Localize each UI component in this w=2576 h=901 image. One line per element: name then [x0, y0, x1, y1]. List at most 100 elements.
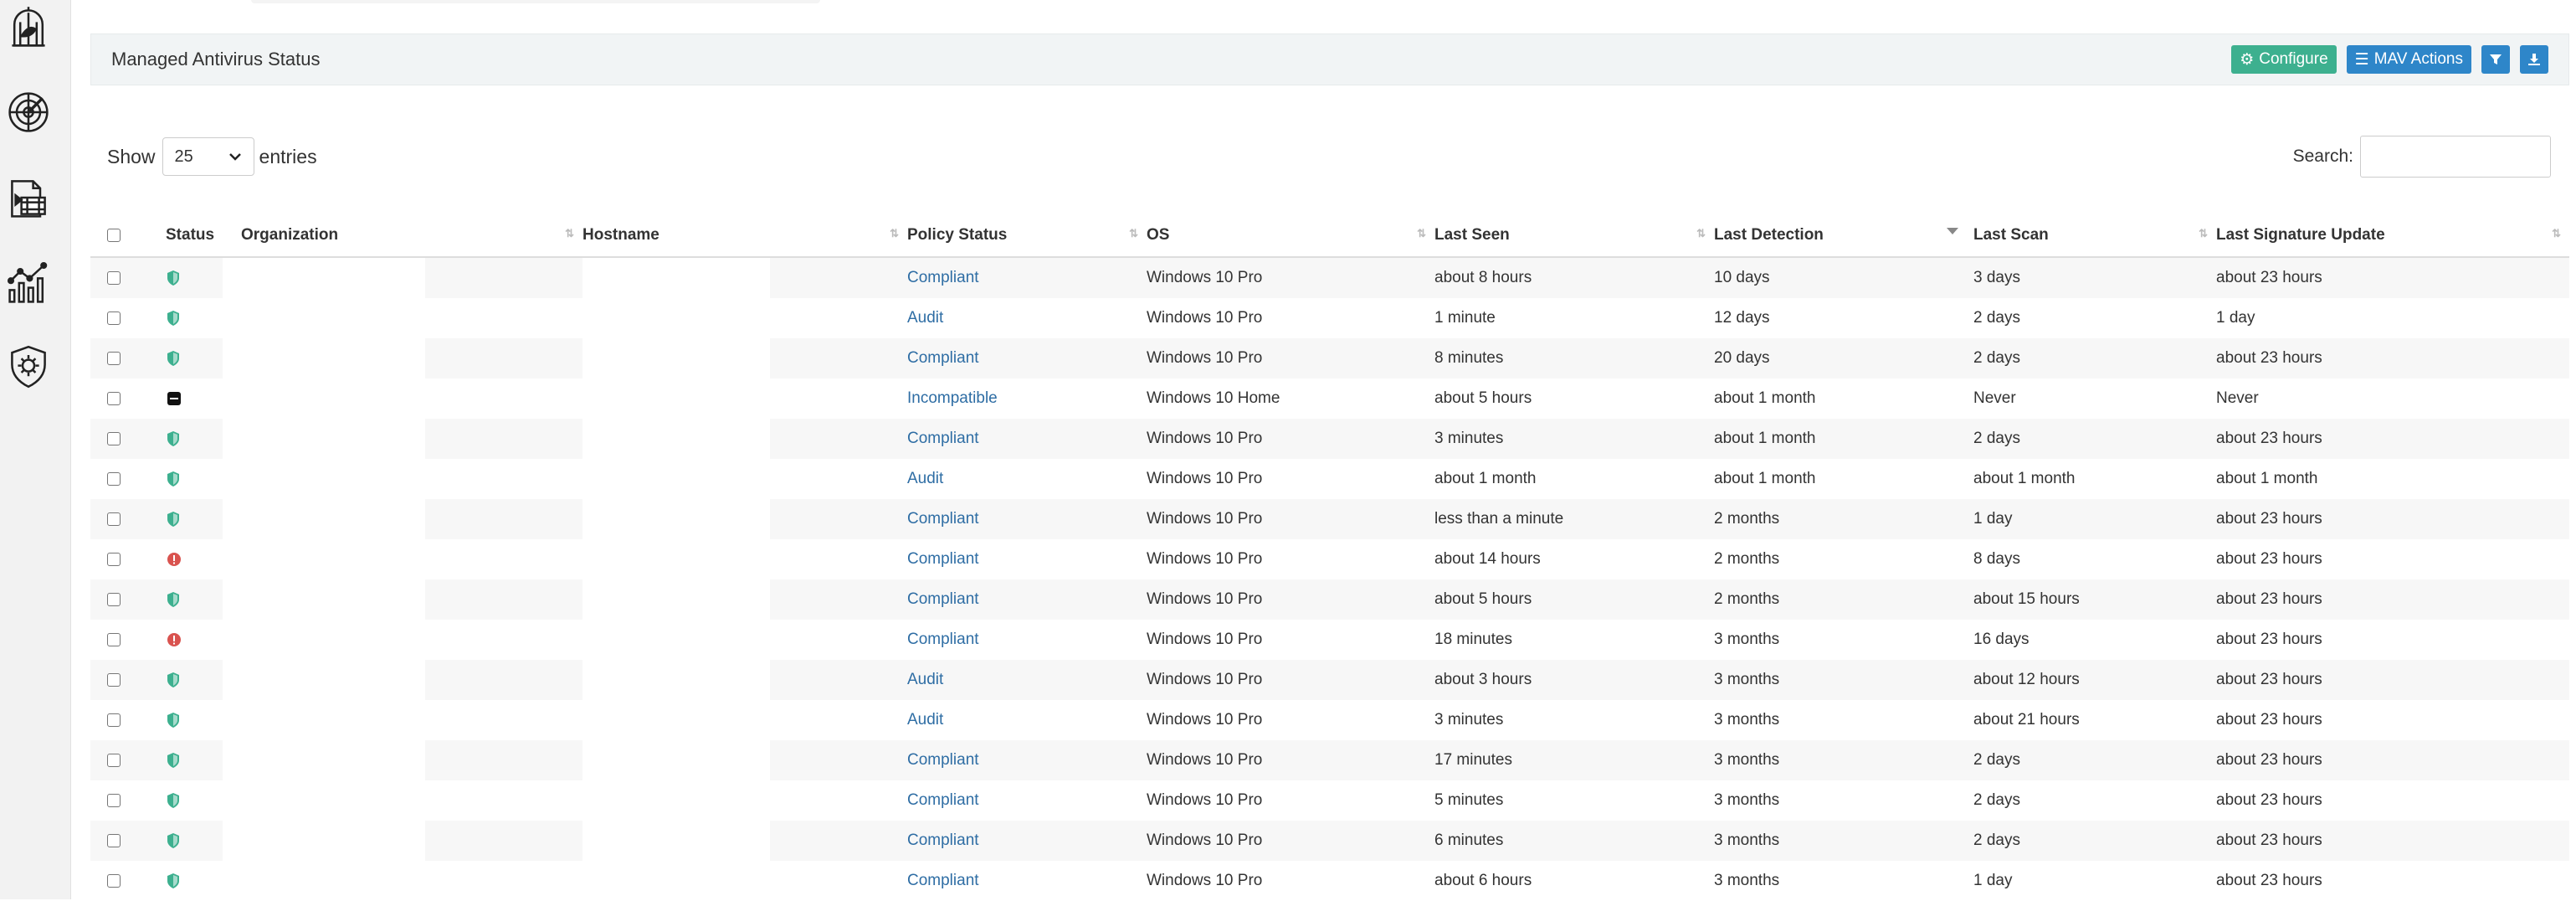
- policy-status-link[interactable]: Compliant: [907, 872, 979, 889]
- last-detection-cell: 3 months: [1714, 872, 1780, 889]
- col-policy-status[interactable]: Policy Status ⇅: [907, 214, 1147, 258]
- table-row[interactable]: Audit Windows 10 Pro 3 minutes 3 months abou…: [90, 700, 2569, 740]
- row-checkbox[interactable]: [107, 512, 121, 526]
- col-os[interactable]: OS ⇅: [1147, 214, 1434, 258]
- shield-icon: [167, 591, 179, 607]
- policy-status-link[interactable]: Compliant: [907, 590, 979, 608]
- col-last-signature-update[interactable]: Last Signature Update ⇅: [2216, 214, 2569, 258]
- table-row[interactable]: Compliant Windows 10 Pro 17 minutes 3 month…: [90, 740, 2569, 780]
- table-row[interactable]: Audit Windows 10 Pro 1 minute 12 days 2 days…: [90, 298, 2569, 338]
- policy-status-link[interactable]: Compliant: [907, 751, 979, 769]
- policy-status-cell: Audit: [907, 459, 1147, 499]
- row-checkbox[interactable]: [107, 592, 121, 606]
- table-row[interactable]: Compliant Windows 10 Pro 6 minutes 3 months…: [90, 821, 2569, 861]
- table-row[interactable]: Compliant Windows 10 Pro about 5 hours 2 mo…: [90, 579, 2569, 620]
- policy-status-link[interactable]: Compliant: [907, 831, 979, 849]
- row-select-cell: [90, 378, 149, 419]
- policy-status-link[interactable]: Compliant: [907, 791, 979, 809]
- birdcage-icon[interactable]: [3, 2, 54, 52]
- sort-icon: ⇅: [890, 227, 899, 239]
- policy-status-cell: Compliant: [907, 740, 1147, 780]
- hostname-cell: [582, 419, 907, 459]
- policy-status-link[interactable]: Incompatible: [907, 389, 998, 407]
- row-checkbox[interactable]: [107, 431, 121, 445]
- configure-button[interactable]: ⚙ Configure: [2231, 45, 2337, 74]
- table-row[interactable]: Incompatible Windows 10 Home about 5 hours…: [90, 378, 2569, 419]
- organization-cell: [223, 861, 582, 901]
- row-checkbox[interactable]: [107, 351, 121, 365]
- search-input[interactable]: [2360, 136, 2551, 178]
- table-row[interactable]: Compliant Windows 10 Pro about 14 hours 2 m…: [90, 539, 2569, 579]
- last-scan-cell: 2 days: [1973, 791, 2020, 809]
- os-cell: Windows 10 Pro: [1147, 631, 1263, 648]
- row-checkbox[interactable]: [107, 270, 121, 285]
- sort-icon: ⇅: [1696, 227, 1706, 239]
- policy-status-link[interactable]: Compliant: [907, 269, 979, 286]
- policy-status-link[interactable]: Compliant: [907, 510, 979, 528]
- redacted-block: [582, 780, 770, 821]
- col-hostname[interactable]: Hostname ⇅: [582, 214, 907, 258]
- hostname-cell: [582, 257, 907, 298]
- row-checkbox[interactable]: [107, 471, 121, 486]
- last-seen-cell: less than a minute: [1434, 499, 1714, 539]
- row-checkbox[interactable]: [107, 632, 121, 646]
- row-checkbox[interactable]: [107, 833, 121, 847]
- table-row[interactable]: Audit Windows 10 Pro about 3 hours 3 months…: [90, 660, 2569, 700]
- policy-status-link[interactable]: Audit: [907, 470, 943, 487]
- policy-status-link[interactable]: Audit: [907, 671, 943, 688]
- row-checkbox[interactable]: [107, 873, 121, 888]
- last-signature-update-cell: about 23 hours: [2216, 338, 2569, 378]
- policy-status-link[interactable]: Compliant: [907, 430, 979, 447]
- row-select-cell: [90, 459, 149, 499]
- col-last-scan[interactable]: Last Scan ⇅: [1973, 214, 2216, 258]
- policy-status-link[interactable]: Compliant: [907, 550, 979, 568]
- row-checkbox[interactable]: [107, 552, 121, 566]
- page-size-select[interactable]: 25: [162, 137, 254, 176]
- last-seen-cell: about 8 hours: [1434, 257, 1714, 298]
- shield-gear-icon[interactable]: [3, 342, 54, 392]
- media-files-icon[interactable]: [3, 172, 54, 223]
- os-cell: Windows 10 Pro: [1147, 791, 1263, 809]
- row-checkbox[interactable]: [107, 391, 121, 405]
- sort-icon: ⇅: [2199, 227, 2208, 239]
- row-checkbox[interactable]: [107, 793, 121, 807]
- col-organization[interactable]: Organization ⇅: [241, 214, 582, 258]
- policy-status-cell: Compliant: [907, 821, 1147, 861]
- filter-button[interactable]: [2481, 45, 2510, 74]
- analytics-chart-icon[interactable]: [3, 258, 54, 308]
- table-row[interactable]: Compliant Windows 10 Pro 18 minutes 3 month…: [90, 620, 2569, 660]
- sort-desc-icon: [1947, 228, 1958, 234]
- row-select-cell: [90, 861, 149, 901]
- col-last-detection[interactable]: Last Detection: [1714, 214, 1973, 258]
- table-row[interactable]: Compliant Windows 10 Pro less than a minut…: [90, 499, 2569, 539]
- shield-icon: [167, 832, 179, 848]
- col-status[interactable]: Status: [149, 214, 241, 258]
- policy-status-link[interactable]: Compliant: [907, 349, 979, 367]
- table-row[interactable]: Compliant Windows 10 Pro 3 minutes about 1 …: [90, 419, 2569, 459]
- download-button[interactable]: [2520, 45, 2548, 74]
- last-signature-update-cell: about 23 hours: [2216, 631, 2322, 648]
- select-all-checkbox[interactable]: [107, 229, 121, 242]
- table-row[interactable]: Compliant Windows 10 Pro 8 minutes 20 days 2…: [90, 338, 2569, 378]
- filter-icon: [2490, 54, 2502, 64]
- table-row[interactable]: Audit Windows 10 Pro about 1 month about 1 …: [90, 459, 2569, 499]
- os-cell: Windows 10 Pro: [1147, 550, 1263, 568]
- policy-status-link[interactable]: Audit: [907, 711, 943, 729]
- table-row[interactable]: Compliant Windows 10 Pro 5 minutes 3 months…: [90, 780, 2569, 821]
- mav-actions-button[interactable]: ☰ MAV Actions: [2346, 45, 2471, 74]
- row-checkbox[interactable]: [107, 713, 121, 727]
- row-checkbox[interactable]: [107, 311, 121, 325]
- row-checkbox[interactable]: [107, 753, 121, 767]
- policy-status-link[interactable]: Audit: [907, 309, 943, 327]
- table-row[interactable]: Compliant Windows 10 Pro about 8 hours 10 d…: [90, 257, 2569, 298]
- radar-icon[interactable]: [3, 87, 54, 137]
- table-row[interactable]: Compliant Windows 10 Pro about 6 hours 3 mo…: [90, 861, 2569, 901]
- policy-status-link[interactable]: Compliant: [907, 631, 979, 648]
- organization-cell: [223, 499, 582, 539]
- col-last-seen[interactable]: Last Seen ⇅: [1434, 214, 1714, 258]
- col-policy-status-label: Policy Status: [907, 226, 1008, 244]
- redacted-block: [582, 660, 770, 700]
- redacted-block: [223, 338, 425, 378]
- row-checkbox[interactable]: [107, 672, 121, 687]
- col-organization-label: Organization: [241, 226, 339, 244]
